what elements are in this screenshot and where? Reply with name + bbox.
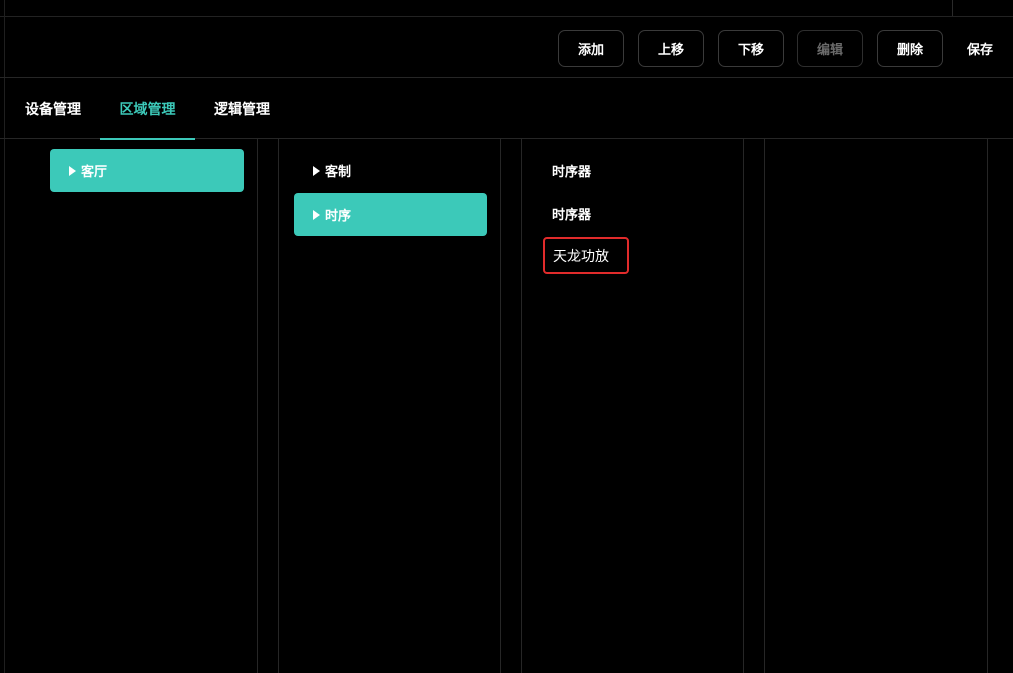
top-strip: [0, 0, 1013, 17]
column-divider: [521, 139, 522, 673]
top-divider: [952, 0, 953, 16]
toolbar: 添加 上移 下移 编辑 删除 保存: [0, 17, 1013, 78]
group-item-custom[interactable]: 客制: [294, 149, 487, 192]
area-item-label: 客厅: [81, 165, 108, 180]
save-button[interactable]: 保存: [955, 30, 1005, 67]
device-item-label: 天龙功放: [553, 248, 609, 265]
column-divider: [764, 139, 765, 673]
column-divider: [278, 139, 279, 673]
caret-right-icon: [313, 165, 320, 176]
group-item-label: 客制: [325, 165, 352, 180]
device-item-label: 时序器: [552, 208, 592, 223]
edit-button[interactable]: 编辑: [797, 30, 863, 67]
app-window: 添加 上移 下移 编辑 删除 保存 设备管理 区域管理 逻辑管理 客厅 客制 时…: [0, 0, 1013, 673]
column-divider: [257, 139, 258, 673]
caret-right-icon: [313, 209, 320, 220]
tab-device-management[interactable]: 设备管理: [18, 78, 88, 139]
device-item-sequencer-1[interactable]: 时序器: [544, 149, 724, 192]
column-divider: [987, 139, 988, 673]
move-up-button[interactable]: 上移: [638, 30, 704, 67]
add-button[interactable]: 添加: [558, 30, 624, 67]
device-item-denon-amplifier[interactable]: 天龙功放: [543, 237, 629, 274]
delete-button[interactable]: 删除: [877, 30, 943, 67]
device-item-sequencer-2[interactable]: 时序器: [544, 192, 724, 235]
column-divider: [500, 139, 501, 673]
device-item-label: 时序器: [552, 165, 592, 180]
area-item-living-room[interactable]: 客厅: [50, 149, 244, 192]
tab-area-management[interactable]: 区域管理: [100, 78, 195, 140]
group-item-label: 时序: [325, 209, 352, 224]
caret-right-icon: [69, 165, 76, 176]
tab-logic-management[interactable]: 逻辑管理: [207, 78, 277, 139]
group-item-sequencer[interactable]: 时序: [294, 193, 487, 236]
move-down-button[interactable]: 下移: [718, 30, 784, 67]
tab-bar: 设备管理 区域管理 逻辑管理: [0, 78, 1013, 140]
column-divider: [743, 139, 744, 673]
